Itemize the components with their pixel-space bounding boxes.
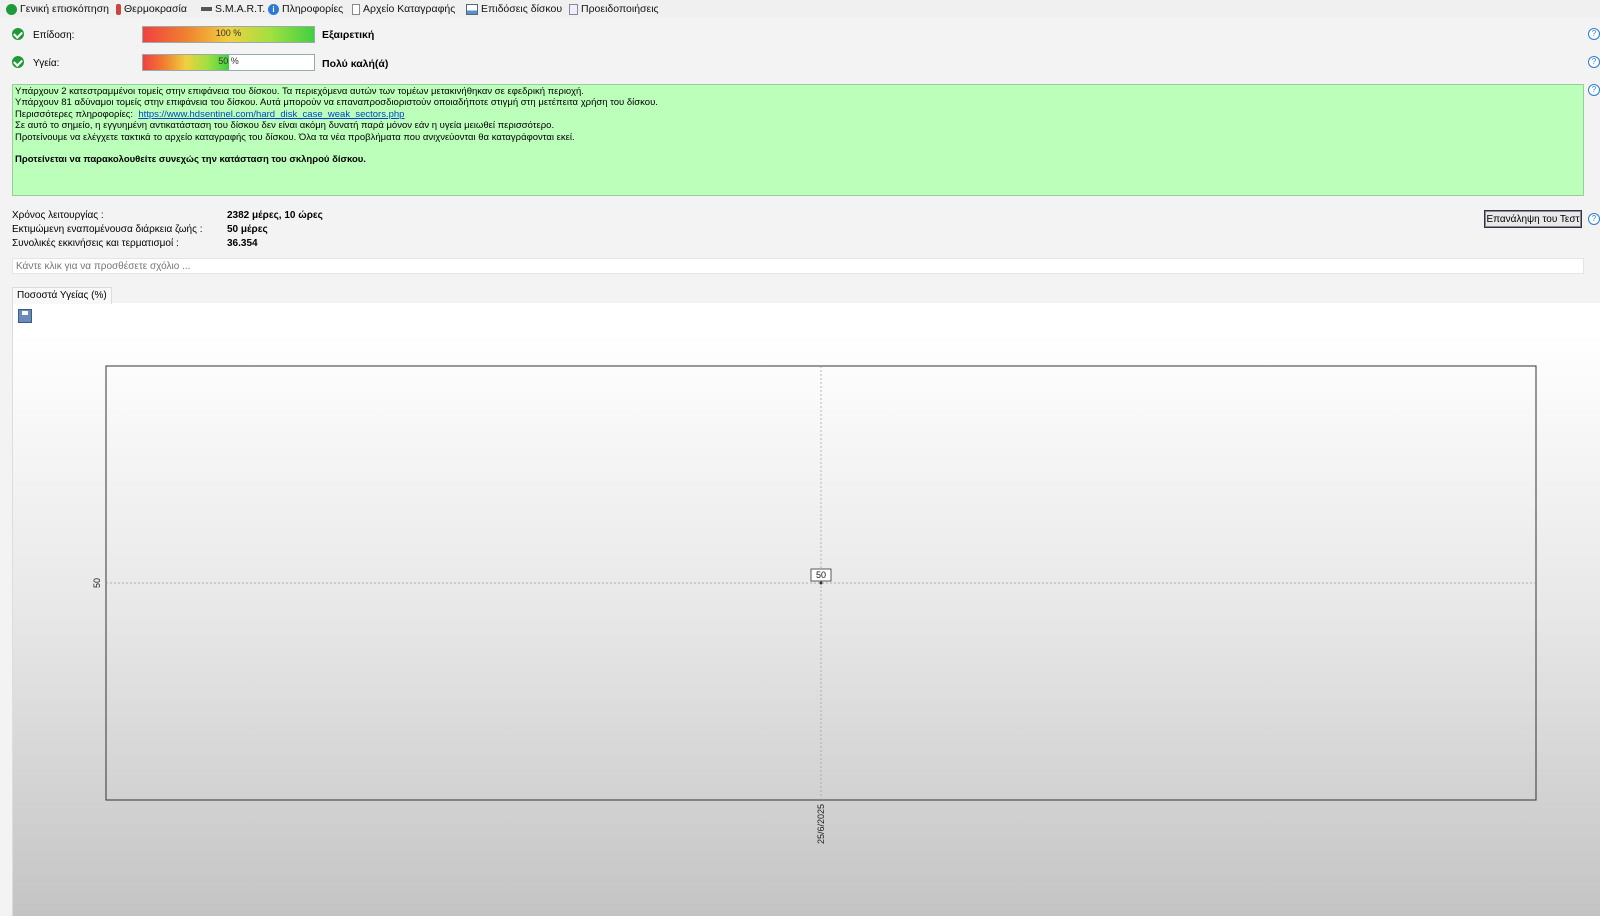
data-point	[819, 581, 823, 585]
y-tick-label: 50	[92, 578, 102, 588]
x-tick-label: 25/6/2025	[816, 804, 826, 844]
health-chart: 25/6/2025 50 50	[92, 365, 1537, 844]
data-label: 50	[816, 570, 826, 580]
